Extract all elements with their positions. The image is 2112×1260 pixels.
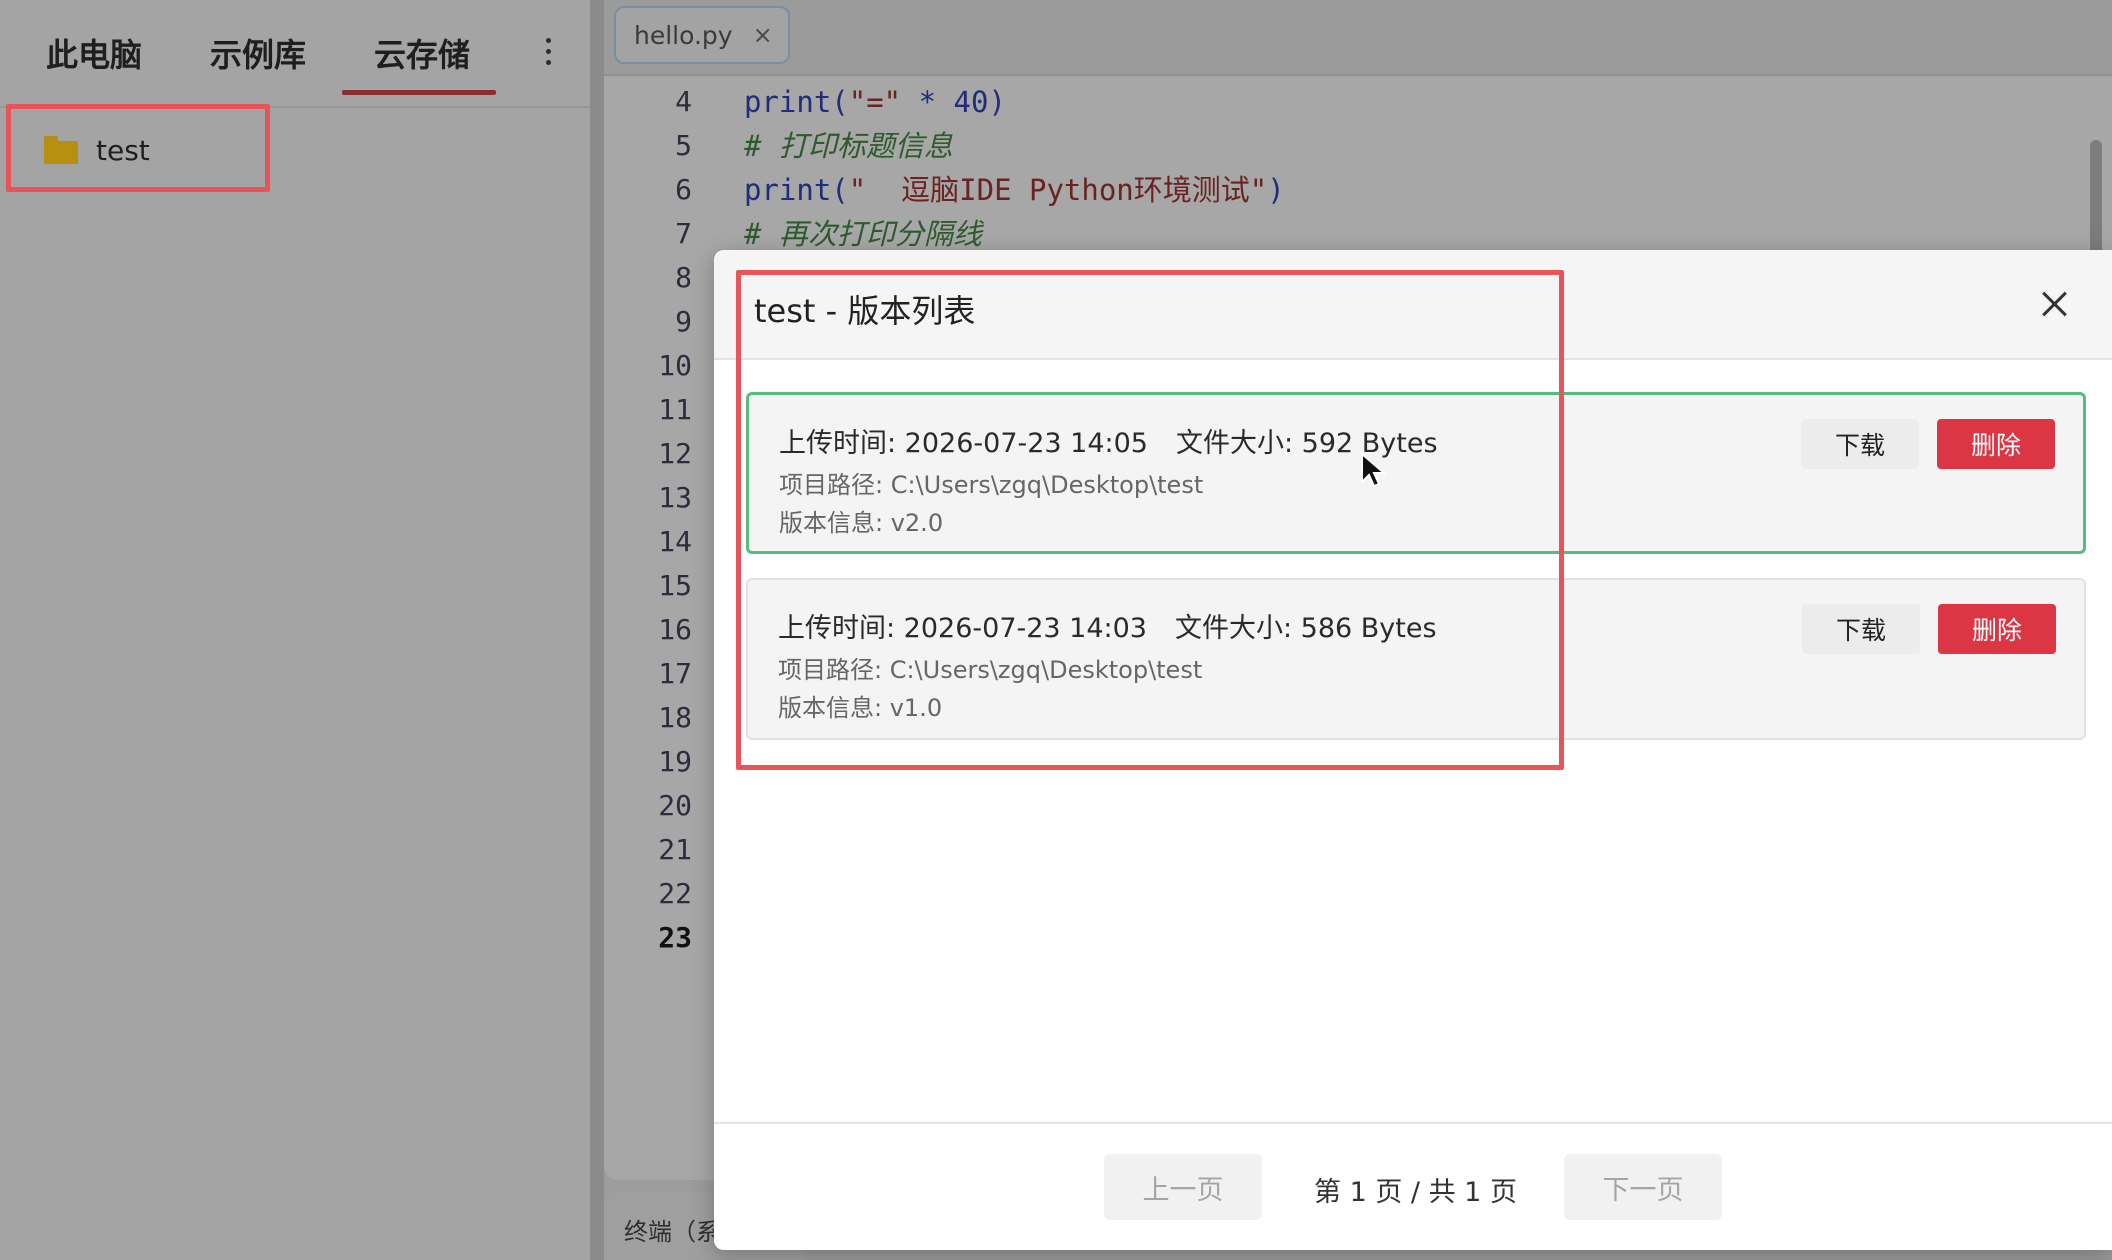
pagination: 上一页 第 1 页 / 共 1 页 下一页 (714, 1122, 2112, 1250)
upload-time: 上传时间: 2026-07-23 14:03 (778, 613, 1147, 644)
line-number: 16 (658, 613, 692, 646)
sidebar-tabs: 此电脑 示例库 云存储 (0, 0, 590, 108)
version-card[interactable]: 上传时间: 2026-07-23 14:03 文件大小: 586 Bytes 项目… (746, 578, 2086, 740)
file-tab-label: hello.py (634, 20, 733, 50)
download-button[interactable]: 下载 (1801, 419, 1919, 469)
line-number: 7 (675, 217, 692, 250)
code-token: " 逗脑IDE Python环境测试" (848, 173, 1268, 207)
code-token: * 40) (901, 85, 1006, 119)
line-number: 13 (658, 481, 692, 514)
line-number-active: 23 (658, 921, 692, 954)
line-number: 10 (658, 349, 692, 382)
dialog-title: test - 版本列表 (754, 292, 976, 330)
line-number: 6 (675, 173, 692, 206)
file-size: 文件大小: 592 Bytes (1175, 428, 1438, 459)
more-menu-icon[interactable] (536, 34, 560, 74)
code-line: # 打印标题信息 (744, 124, 1285, 168)
download-button[interactable]: 下载 (1802, 604, 1920, 654)
code-token: print( (744, 85, 849, 119)
line-number: 12 (658, 437, 692, 470)
folder-icon (44, 136, 78, 164)
tree-item-test[interactable]: test (44, 130, 150, 170)
version-info: 版本信息: v1.0 (778, 694, 943, 722)
tree-item-label: test (96, 133, 150, 167)
close-icon[interactable] (2038, 288, 2070, 320)
line-number: 8 (675, 261, 692, 294)
delete-button[interactable]: 删除 (1938, 604, 2056, 654)
line-number: 20 (658, 789, 692, 822)
project-path: 项目路径: C:\Users\zgq\Desktop\test (779, 471, 1204, 499)
active-tab-indicator (342, 90, 496, 95)
project-path: 项目路径: C:\Users\zgq\Desktop\test (778, 656, 1203, 684)
line-number: 14 (658, 525, 692, 558)
version-list-dialog: test - 版本列表 上传时间: 2026-07-23 14:05 文件大小: … (714, 250, 2112, 1250)
code-token: "=" (848, 85, 902, 119)
tab-examples[interactable]: 示例库 (210, 30, 306, 76)
line-number: 4 (675, 85, 692, 118)
sidebar: 此电脑 示例库 云存储 test (0, 0, 590, 1260)
version-meta: 上传时间: 2026-07-23 14:03 文件大小: 586 Bytes (778, 606, 1437, 645)
version-card[interactable]: 上传时间: 2026-07-23 14:05 文件大小: 592 Bytes 项目… (746, 392, 2086, 554)
line-number: 22 (658, 877, 692, 910)
version-info: 版本信息: v2.0 (779, 509, 944, 537)
code-comment: # 再次打印分隔线 (744, 217, 982, 251)
code-area[interactable]: print("=" * 40) # 打印标题信息 print(" 逗脑IDE P… (744, 80, 1285, 256)
panel-splitter[interactable] (590, 0, 604, 1260)
file-tab-hello-py[interactable]: hello.py × (614, 6, 790, 64)
close-tab-icon[interactable]: × (753, 21, 773, 49)
line-number: 11 (658, 393, 692, 426)
delete-button[interactable]: 删除 (1937, 419, 2055, 469)
line-number: 15 (658, 569, 692, 602)
line-number: 9 (675, 305, 692, 338)
tab-this-pc[interactable]: 此电脑 (46, 30, 142, 76)
page-indicator: 第 1 页 / 共 1 页 (1314, 1177, 1517, 1208)
code-comment: # 打印标题信息 (744, 129, 953, 163)
line-number: 5 (675, 129, 692, 162)
upload-time: 上传时间: 2026-07-23 14:05 (779, 428, 1148, 459)
code-line: print(" 逗脑IDE Python环境测试") (744, 168, 1285, 212)
dialog-header: test - 版本列表 (714, 250, 2112, 360)
line-number: 19 (658, 745, 692, 778)
version-meta: 上传时间: 2026-07-23 14:05 文件大小: 592 Bytes (779, 421, 1438, 460)
code-token: ) (1267, 173, 1285, 207)
line-number: 21 (658, 833, 692, 866)
prev-page-button[interactable]: 上一页 (1104, 1154, 1262, 1220)
mouse-cursor-icon (1361, 452, 1386, 488)
code-line: print("=" * 40) (744, 80, 1285, 124)
next-page-button[interactable]: 下一页 (1564, 1154, 1722, 1220)
editor-tabbar: hello.py × (604, 0, 2112, 76)
line-number: 17 (658, 657, 692, 690)
code-token: print( (744, 173, 849, 207)
file-size: 文件大小: 586 Bytes (1174, 613, 1437, 644)
line-number: 18 (658, 701, 692, 734)
tab-cloud-storage[interactable]: 云存储 (374, 30, 470, 76)
